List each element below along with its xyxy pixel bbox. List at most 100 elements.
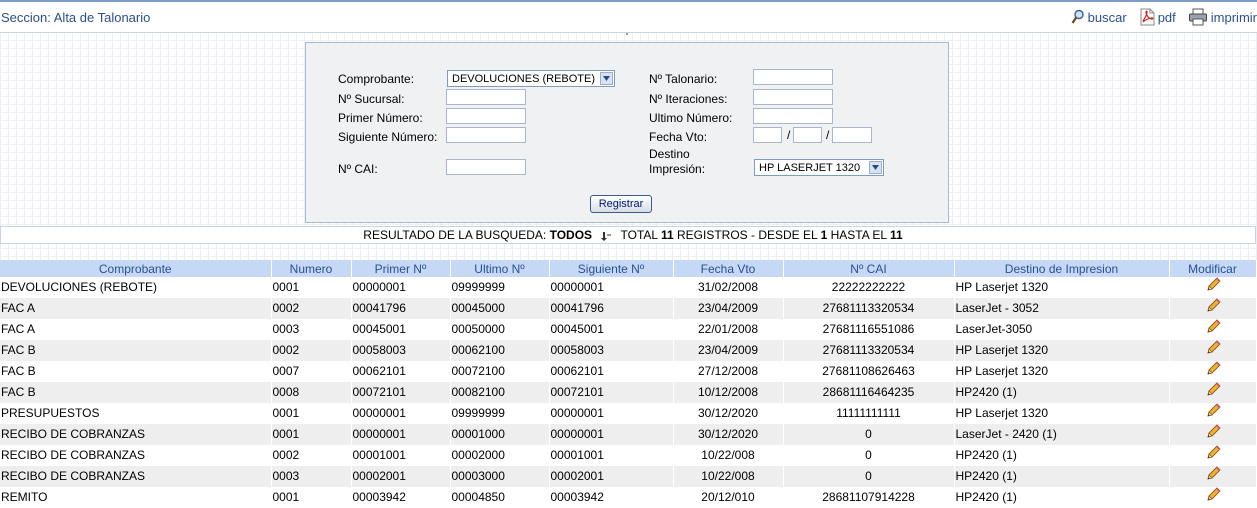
table-cell: 0001: [271, 424, 352, 445]
table-cell: FAC B: [0, 382, 272, 403]
table-cell: 00000001: [351, 277, 451, 298]
print-link-label: imprimir: [1210, 9, 1257, 25]
result-desde: 1: [820, 228, 828, 242]
table-row: REMITO 0001 00003942 00004850 00003942 20/12/…: [0, 487, 1257, 508]
fecha-anio-input[interactable]: [832, 127, 872, 143]
modify-cell: [1169, 298, 1257, 319]
pencil-icon[interactable]: [1205, 445, 1221, 466]
modify-cell: [1169, 277, 1257, 298]
column-header[interactable]: Siguiente Nº: [549, 260, 674, 277]
pencil-icon[interactable]: [1205, 319, 1221, 340]
column-header[interactable]: Primer Nº: [351, 260, 451, 277]
table-cell: 10/22/008: [673, 445, 784, 466]
table-cell: HP2420 (1): [954, 445, 1170, 466]
table-cell: HP2420 (1): [954, 487, 1170, 508]
table-cell: 00041796: [351, 298, 451, 319]
sort-arrow-icon[interactable]: [601, 231, 612, 241]
pencil-icon[interactable]: [1205, 487, 1221, 508]
table-row: FAC B 0008 00072101 00082100 00072101 10/12/2…: [0, 382, 1257, 403]
date-separator: /: [826, 128, 830, 142]
table-cell: 00002000: [450, 445, 550, 466]
table-cell: HP Laserjet 1320: [954, 277, 1170, 298]
pdf-link[interactable]: pdf: [1139, 8, 1176, 26]
table-cell: 0: [783, 445, 955, 466]
table-cell: 00072101: [549, 382, 674, 403]
table-row: FAC A 0002 00041796 00045000 00041796 23/04/2…: [0, 298, 1257, 319]
table-cell: RECIBO DE COBRANZAS: [0, 445, 272, 466]
pencil-icon[interactable]: [1205, 424, 1221, 445]
modify-cell: [1169, 424, 1257, 445]
table-cell: 28681107914228: [783, 487, 955, 508]
print-link[interactable]: imprimir: [1188, 8, 1257, 26]
result-total: 11: [660, 228, 674, 242]
toolbar: buscar pdf imprimir: [1059, 6, 1257, 28]
table-cell: 00000001: [549, 424, 674, 445]
column-header[interactable]: Numero: [271, 260, 352, 277]
column-header[interactable]: Fecha Vto: [673, 260, 784, 277]
pencil-icon[interactable]: [1205, 466, 1221, 487]
iteraciones-input[interactable]: [753, 89, 833, 105]
table-cell: 11111111111: [783, 403, 955, 424]
section-title: Seccion: Alta de Talonario: [1, 10, 151, 25]
fecha-mes-input[interactable]: [793, 127, 822, 143]
column-header[interactable]: Destino de Impresion: [954, 260, 1170, 277]
table-cell: 00003000: [450, 466, 550, 487]
cai-input[interactable]: [446, 159, 526, 175]
table-cell: 00004850: [450, 487, 550, 508]
ultimo-numero-input[interactable]: [753, 108, 833, 124]
talonario-input[interactable]: [753, 69, 833, 85]
ultimo-numero-label: Ultimo Número:: [649, 111, 733, 125]
destino-label-line2: Impresión:: [649, 162, 706, 176]
talonario-label: Nº Talonario:: [649, 72, 718, 86]
table-cell: 0002: [271, 298, 352, 319]
comprobante-select[interactable]: DEVOLUCIONES (REBOTE): [447, 70, 615, 87]
comprobante-label: Comprobante:: [338, 72, 415, 86]
destino-select[interactable]: HP LASERJET 1320: [754, 159, 884, 176]
table-cell: 0003: [271, 319, 352, 340]
modify-cell: [1169, 403, 1257, 424]
pencil-icon[interactable]: [1205, 340, 1221, 361]
table-cell: 10/12/2008: [673, 382, 784, 403]
column-header[interactable]: Ultimo Nº: [450, 260, 550, 277]
primer-numero-input[interactable]: [446, 108, 526, 124]
pencil-icon[interactable]: [1205, 382, 1221, 403]
result-filter: TODOS: [549, 228, 593, 242]
table-cell: 27681108626463: [783, 361, 955, 382]
table-cell: 00002001: [351, 466, 451, 487]
pencil-icon[interactable]: [1205, 361, 1221, 382]
fecha-dia-input[interactable]: [753, 127, 782, 143]
siguiente-numero-input[interactable]: [446, 127, 526, 143]
pencil-icon[interactable]: [1205, 298, 1221, 319]
column-header: Modificar: [1169, 260, 1257, 277]
table-cell: LaserJet-3050: [954, 319, 1170, 340]
table-row: FAC B 0002 00058003 00062100 00058003 23/04/2…: [0, 340, 1257, 361]
chevron-down-icon: [600, 72, 613, 85]
table-cell: 09999999: [450, 403, 550, 424]
sucursal-label: Nº Sucursal:: [338, 92, 405, 106]
sucursal-input[interactable]: [446, 89, 526, 105]
table-cell: 00001001: [549, 445, 674, 466]
table-cell: 0001: [271, 277, 352, 298]
table-row: RECIBO DE COBRANZAS 0002 00001001 00002000 0…: [0, 445, 1257, 466]
page-header: Seccion: Alta de Talonario buscar pdf im: [0, 2, 1257, 33]
table-row: RECIBO DE COBRANZAS 0003 00002001 00003000 0…: [0, 466, 1257, 487]
column-header[interactable]: Comprobante: [0, 260, 272, 277]
table-cell: 09999999: [450, 277, 550, 298]
table-cell: 0: [783, 466, 955, 487]
comprobante-select-value: DEVOLUCIONES (REBOTE): [452, 72, 596, 85]
modify-cell: [1169, 445, 1257, 466]
pencil-icon[interactable]: [1205, 403, 1221, 424]
table-cell: 00082100: [450, 382, 550, 403]
table-header-row: Comprobante Numero Primer Nº Ultimo Nº S…: [0, 260, 1257, 277]
search-link[interactable]: buscar: [1071, 9, 1127, 25]
table-cell: 00000001: [549, 403, 674, 424]
pencil-icon[interactable]: [1205, 277, 1221, 298]
table-cell: 31/02/2008: [673, 277, 784, 298]
table-cell: 00003942: [351, 487, 451, 508]
table-cell: 00062101: [351, 361, 451, 382]
table-cell: 20/12/010: [673, 487, 784, 508]
registrar-button[interactable]: Registrar: [590, 195, 652, 213]
column-header[interactable]: Nº CAI: [783, 260, 955, 277]
result-hasta: 11: [890, 228, 903, 242]
table-row: PRESUPUESTOS 0001 00000001 09999999 00000001…: [0, 403, 1257, 424]
